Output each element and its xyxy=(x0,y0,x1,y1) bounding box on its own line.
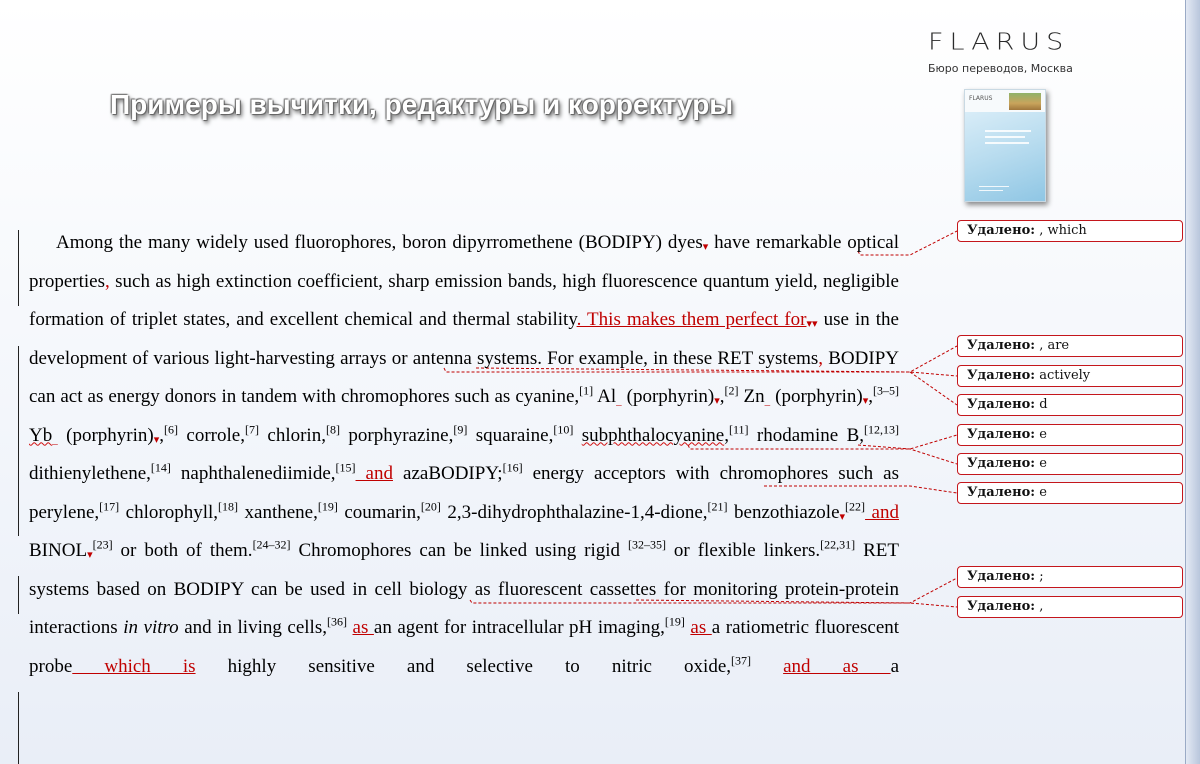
deletion-balloon[interactable]: Удалено: , which xyxy=(957,220,1183,242)
change-bar xyxy=(18,230,19,306)
deletion-balloon[interactable]: Удалено: , are xyxy=(957,335,1183,357)
window-right-edge xyxy=(1185,0,1200,764)
deletion-balloon[interactable]: Удалено: , xyxy=(957,596,1183,618)
logo-wordmark: FLARUS xyxy=(928,29,1070,56)
deletion-balloon[interactable]: Удалено: e xyxy=(957,424,1183,446)
insertion: as xyxy=(690,617,712,638)
insertion: and as xyxy=(783,655,891,677)
logo-subtitle: Бюро переводов, Москва xyxy=(928,62,1073,75)
insertion: and xyxy=(355,463,393,484)
insertion: which is xyxy=(72,655,196,677)
paragraph: Among the many widely used fluorophores,… xyxy=(29,232,900,677)
brochure-wordmark: FLARUS xyxy=(969,95,993,102)
deletion-balloon[interactable]: Удалено: ; xyxy=(957,566,1183,588)
insertion: . This makes them perfect for xyxy=(576,309,807,330)
page-title: Примеры вычитки, редактуры и корректуры xyxy=(110,89,734,120)
spell-error: Yb xyxy=(29,424,53,446)
deletion-balloon[interactable]: Удалено: e xyxy=(957,482,1183,504)
change-bar xyxy=(18,576,19,614)
insertion: as xyxy=(352,617,374,638)
flarus-logo: FLARUS Бюро переводов, Москва xyxy=(928,30,1088,75)
deletion-balloon[interactable]: Удалено: actively xyxy=(957,365,1183,387)
brochure-thumbnail-image: FLARUS xyxy=(964,89,1046,202)
change-bar xyxy=(18,346,19,536)
document-text[interactable]: Among the many widely used fluorophores,… xyxy=(29,224,899,686)
deletion-balloon[interactable]: Удалено: e xyxy=(957,453,1183,475)
insertion: and xyxy=(865,501,899,523)
change-bar xyxy=(18,692,19,764)
spell-error: subphthalocyanine xyxy=(581,424,725,446)
deletion-balloon[interactable]: Удалено: d xyxy=(957,394,1183,416)
